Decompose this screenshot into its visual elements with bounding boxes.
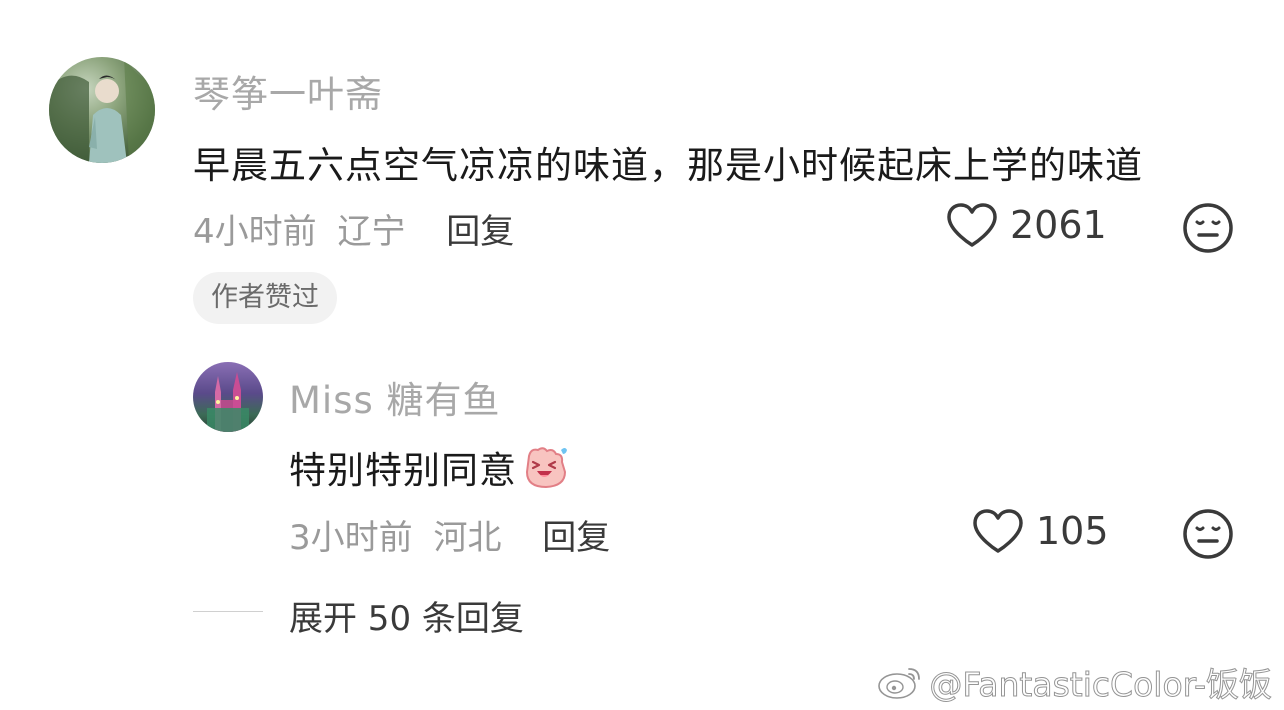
expand-replies-button[interactable]: 展开 50 条回复 [289, 591, 524, 640]
reply-location: 河北 [433, 518, 502, 558]
heart-outline-icon [973, 509, 1023, 553]
reply-dislike-button[interactable] [1182, 508, 1234, 560]
weibo-logo-icon [878, 668, 921, 699]
watermark: @FantasticColor-饭饭 [877, 658, 1272, 706]
reply-text: 特别特别同意 [289, 449, 517, 492]
reply-meta: 3小时前 河北 回复 [289, 510, 610, 559]
watermark-text: @FantasticColor-饭饭 [929, 665, 1273, 705]
reply-like-count: 105 [1036, 509, 1109, 553]
reply-time: 3小时前 [289, 518, 413, 558]
reply-like-button[interactable]: 105 [972, 508, 1109, 554]
reply-comment: Miss 糖有鱼 特别特别同意 3小时前 河北 回复 105 [0, 0, 1284, 560]
expand-divider [193, 611, 263, 612]
reply-text-row: 特别特别同意 [289, 440, 571, 494]
reply-avatar[interactable] [193, 362, 263, 432]
reply-username[interactable]: Miss 糖有鱼 [289, 370, 501, 424]
laughing-face-emoji [525, 447, 567, 489]
reply-reply-button[interactable]: 回复 [542, 518, 610, 558]
neutral-face-icon [1183, 509, 1233, 559]
